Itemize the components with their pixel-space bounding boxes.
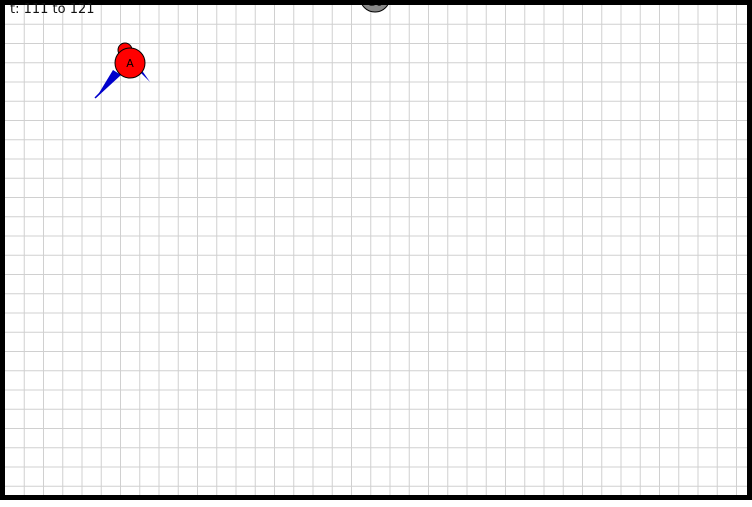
agent-label: A bbox=[126, 57, 134, 70]
agent-heading-wedge bbox=[96, 70, 121, 98]
game-stage: G0 A t: 111 to 121 bbox=[0, 0, 752, 502]
time-readout: t: 111 to 121 bbox=[10, 2, 95, 17]
arena-canvas: G0 A bbox=[0, 0, 752, 500]
agent-a: A bbox=[94, 42, 150, 99]
